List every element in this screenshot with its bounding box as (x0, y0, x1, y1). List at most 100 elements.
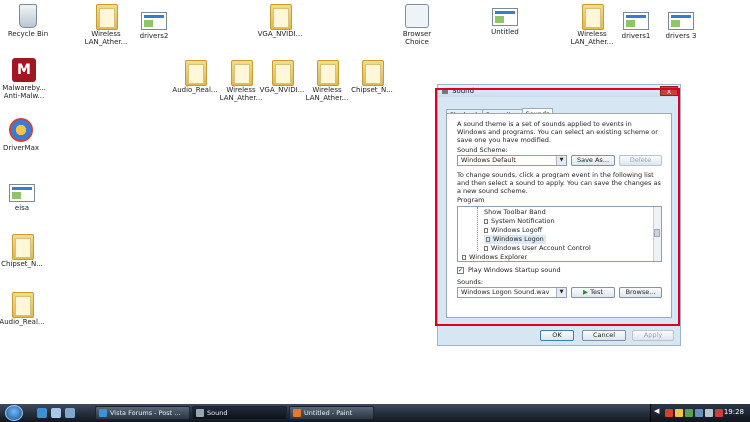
desktop-icon-label: Wireless LAN_Ather... (305, 86, 349, 102)
desktop-icon-label: Wireless LAN_Ather... (570, 30, 614, 46)
desktop-icon-label: eisa (14, 204, 30, 212)
network-icon[interactable] (695, 409, 703, 417)
scrollbar-thumb[interactable] (654, 229, 660, 237)
sound-dialog: Sound X PlaybackRecordingSounds A sound … (437, 84, 681, 346)
folder-icon (96, 2, 118, 30)
show-desktop-icon[interactable] (51, 408, 61, 418)
desktop-icon-label: Untitled (491, 28, 519, 36)
desktop-icon-folder[interactable]: Chipset_N... (346, 58, 398, 94)
window-thumbnail-icon (668, 12, 694, 30)
tray-app-icon[interactable] (685, 409, 693, 417)
speaker-icon (486, 237, 490, 242)
list-item[interactable]: Windows Explorer (462, 253, 527, 261)
sound-scheme-select[interactable]: Windows Default ▼ (457, 155, 567, 166)
desktop-icon-malwarebytes[interactable]: M Malwareby... Anti-Malw... (0, 58, 50, 100)
folder-icon (582, 2, 604, 30)
system-tray: ◀ 19:28 (650, 404, 750, 422)
desktop-icon-label: Chipset_N... (351, 86, 393, 94)
desktop-icon-untitled[interactable]: Untitled (479, 8, 531, 36)
sound-file-select[interactable]: Windows Logon Sound.wav ▼ (457, 287, 567, 298)
browse-button[interactable]: Browse... (619, 287, 662, 298)
dialog-titlebar[interactable]: Sound X (438, 85, 680, 97)
sounds-label: Sounds: (457, 278, 484, 286)
clock[interactable]: 19:28 (724, 408, 744, 416)
tray-app-icon[interactable] (715, 409, 723, 417)
tray-app-icon[interactable] (665, 409, 673, 417)
list-scrollbar[interactable] (653, 207, 661, 261)
chevron-left-icon[interactable]: ◀ (654, 407, 659, 415)
volume-icon[interactable] (705, 409, 713, 417)
desktop-icon-label: drivers2 (139, 32, 169, 40)
desktop-icon-label: Browser Choice (402, 30, 432, 46)
speaker-icon (484, 219, 488, 224)
folder-icon (12, 290, 34, 318)
program-label: Program (457, 196, 485, 204)
sound-file-value: Windows Logon Sound.wav (461, 288, 550, 296)
list-item[interactable]: Windows User Account Control (484, 244, 591, 253)
desktop-icon-label: Chipset_N... (1, 260, 43, 268)
folder-icon (362, 58, 384, 86)
list-item-selected[interactable]: Windows Logon (484, 235, 546, 244)
switch-windows-icon[interactable] (65, 408, 75, 418)
desktop-icon-label: Recycle Bin (7, 30, 49, 38)
folder-icon (231, 58, 253, 86)
desktop-icon-folder[interactable]: Chipset_N... (0, 232, 48, 268)
desktop-icon-label: drivers1 (621, 32, 651, 40)
start-button[interactable] (5, 405, 23, 421)
desktop: Recycle Bin Wireless LAN_Ather... driver… (0, 0, 750, 404)
tray-app-icon[interactable] (675, 409, 683, 417)
speaker-icon (196, 409, 204, 417)
sound-scheme-value: Windows Default (461, 156, 516, 164)
test-button[interactable]: ▶ Test (571, 287, 615, 298)
list-item[interactable]: System Notification (484, 217, 555, 226)
delete-button[interactable]: Delete (619, 155, 662, 166)
speaker-icon (484, 228, 488, 233)
desktop-icon-folder[interactable]: Audio_Real... (169, 58, 221, 94)
intro-text: A sound theme is a set of sounds applied… (457, 120, 658, 144)
list-item[interactable]: Windows Logoff (484, 226, 542, 235)
desktop-icon-drivers2[interactable]: drivers2 (128, 12, 180, 40)
speaker-icon (442, 88, 448, 94)
taskbar-button-label: Sound (207, 409, 228, 417)
play-icon: ▶ (583, 288, 589, 296)
ie-icon (99, 409, 107, 417)
folder-icon (185, 58, 207, 86)
folder-icon (270, 2, 292, 30)
desktop-icon-drivermax[interactable]: DriverMax (0, 118, 47, 152)
desktop-icon-folder[interactable]: Audio_Real... (0, 290, 48, 326)
taskbar-button-vista-forums[interactable]: Vista Forums - Post ... (95, 406, 190, 420)
close-button[interactable]: X (660, 86, 678, 96)
cancel-button[interactable]: Cancel (582, 330, 626, 341)
desktop-icon-label: Wireless LAN_Ather... (84, 30, 128, 46)
desktop-icon-folder[interactable]: VGA_NVIDI... (254, 2, 306, 38)
taskbar-button-paint[interactable]: Untitled - Paint (289, 406, 374, 420)
change-text: To change sounds, click a program event … (457, 171, 661, 195)
program-events-list[interactable]: Show Toolbar Band System Notification Wi… (457, 206, 662, 262)
taskbar: Vista Forums - Post ... Sound Untitled -… (0, 404, 750, 422)
sounds-panel: A sound theme is a set of sounds applied… (446, 113, 672, 318)
save-as-button[interactable]: Save As... (571, 155, 615, 166)
scheme-label: Sound Scheme: (457, 146, 508, 154)
ok-button[interactable]: OK (540, 330, 574, 341)
desktop-icon-eisa[interactable]: eisa (0, 184, 48, 212)
desktop-icon-browser-choice[interactable]: Browser Choice (391, 4, 443, 46)
desktop-icon-folder[interactable]: Wireless LAN_Ather... (80, 2, 132, 46)
tree-lines (477, 207, 478, 251)
window-thumbnail-icon (141, 12, 167, 30)
malwarebytes-icon: M (12, 58, 36, 82)
ie-icon[interactable] (37, 408, 47, 418)
taskbar-button-label: Vista Forums - Post ... (110, 409, 181, 417)
chevron-down-icon: ▼ (556, 288, 566, 297)
desktop-icon-label: DriverMax (2, 144, 39, 152)
desktop-icon-recycle-bin[interactable]: Recycle Bin (2, 4, 54, 38)
drivermax-icon (9, 118, 33, 142)
paint-icon (293, 409, 301, 417)
list-item[interactable]: Show Toolbar Band (484, 208, 546, 217)
desktop-icon-label: Audio_Real... (172, 86, 218, 94)
desktop-icon-drivers3[interactable]: drivers 3 (655, 12, 707, 40)
taskbar-button-sound[interactable]: Sound (192, 406, 287, 420)
startup-sound-checkbox[interactable]: ✓ (457, 267, 464, 274)
dialog-title: Sound (452, 87, 475, 95)
apply-button[interactable]: Apply (632, 330, 674, 341)
desktop-icon-label: VGA_NVIDI... (257, 30, 303, 38)
